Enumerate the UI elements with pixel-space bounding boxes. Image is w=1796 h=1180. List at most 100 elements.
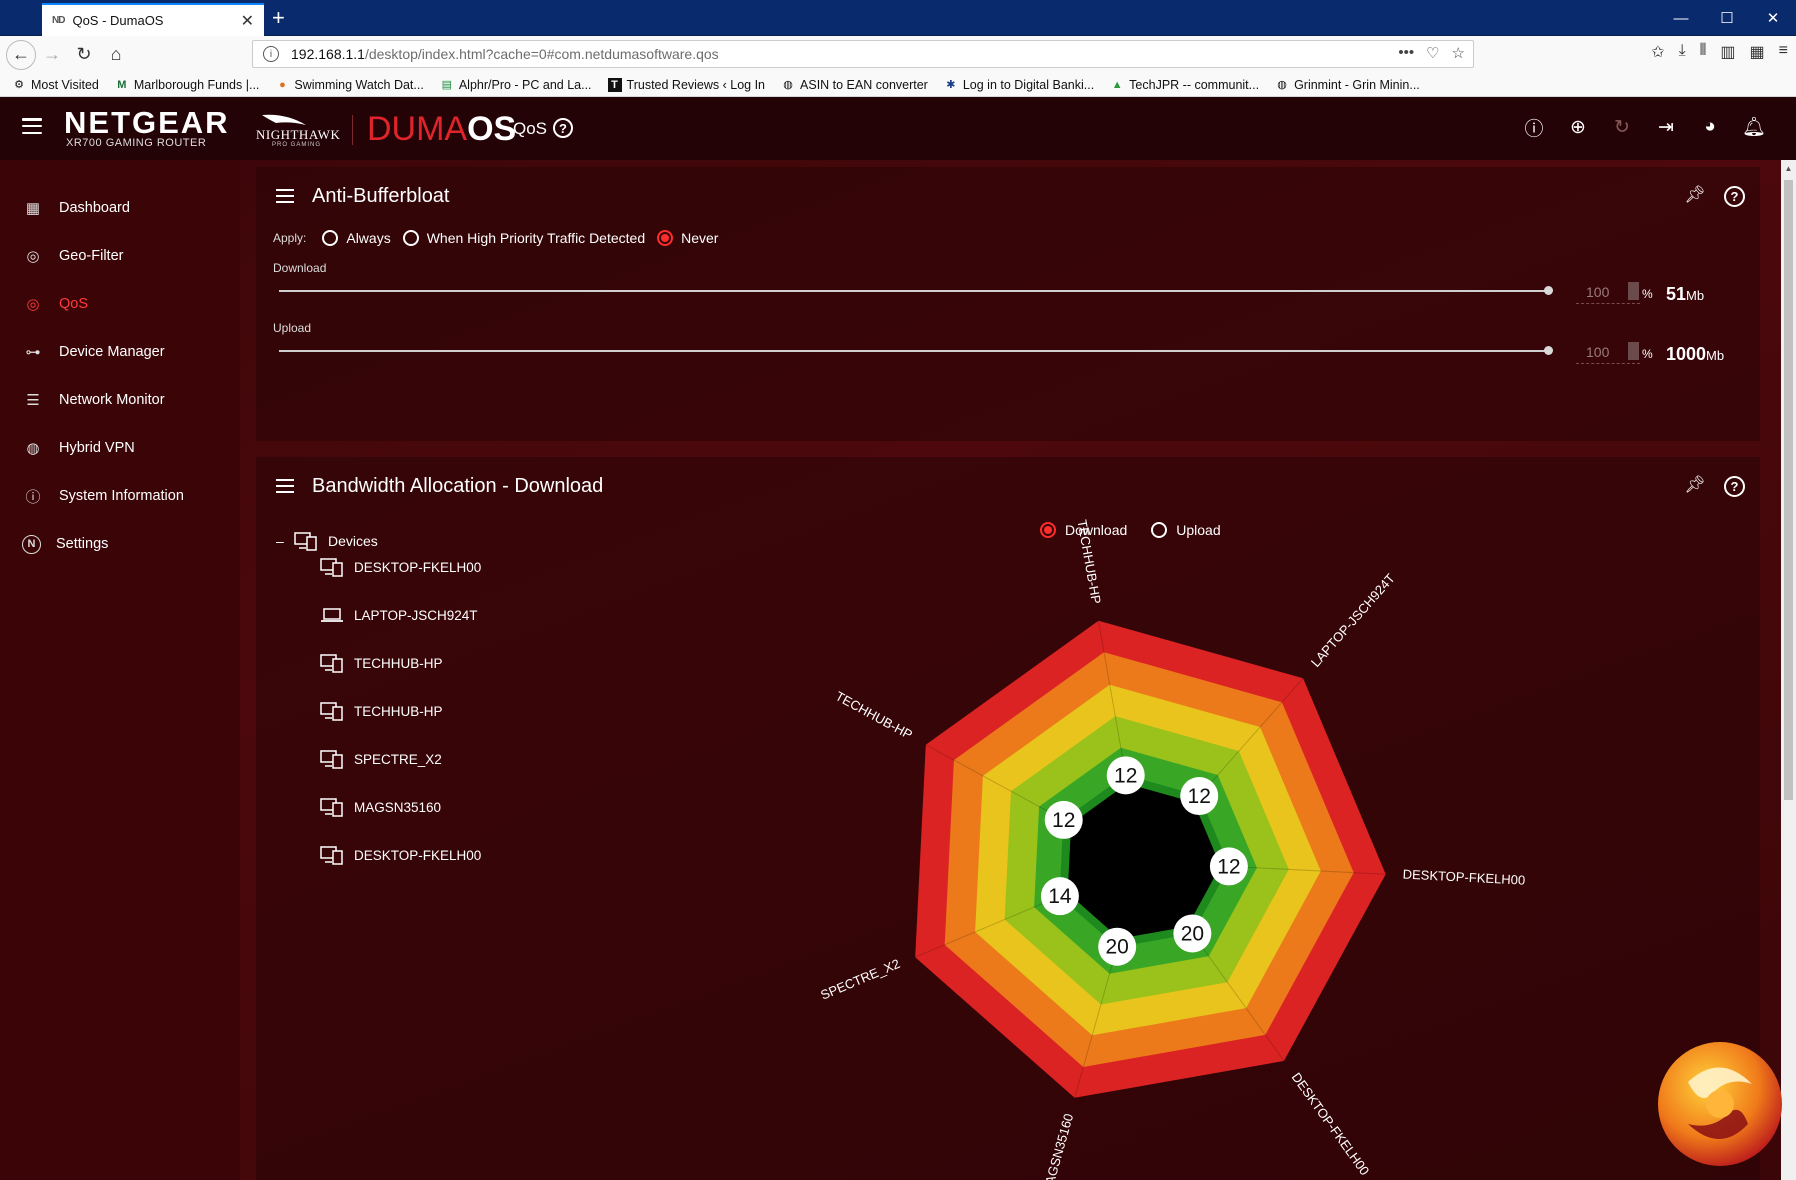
url-bar[interactable]: i 192.168.1.1/desktop/index.html?cache=0…	[252, 40, 1474, 68]
bookmark-item[interactable]: ◍ ASIN to EAN converter	[781, 78, 928, 92]
url-path: /desktop/index.html?cache=0#com.netdumas…	[364, 46, 719, 62]
bookmark-item[interactable]: ✱ Log in to Digital Banki...	[944, 78, 1094, 92]
download-bandwidth-value: 51Mb	[1666, 284, 1705, 304]
info-icon: ⓘ	[25, 488, 41, 506]
radar-value-label: 20	[1105, 936, 1128, 959]
download-percent-input[interactable]: 100	[1576, 280, 1640, 304]
bookmark-item[interactable]: ● Swimming Watch Dat...	[275, 78, 424, 92]
extension-icon[interactable]: ▦	[1750, 42, 1765, 62]
url-host: 192.168.1.1	[291, 46, 365, 62]
upload-percent-input[interactable]: 100	[1576, 340, 1640, 364]
download-percent-sign: %	[1642, 287, 1653, 301]
radar-value-label: 12	[1217, 855, 1240, 878]
pin-icon[interactable]: 📌︎	[1684, 185, 1706, 205]
downloads-icon[interactable]: ⤓	[1679, 42, 1686, 62]
bookmark-item[interactable]: ▤ Alphr/Pro - PC and La...	[440, 78, 592, 92]
scroll-up-icon[interactable]: ▲	[1781, 160, 1796, 176]
menu-icon[interactable]: ≡	[1779, 42, 1788, 62]
radar-spoke-label: DESKTOP-FKELH00	[1289, 1070, 1373, 1178]
page-actions-icon[interactable]: •••	[1398, 44, 1414, 62]
page-title: QoS	[513, 119, 548, 138]
bandwidth-radar-chart[interactable]: 12 12 12 20 20 14 12 TECHHUB-HP LAPTOP-JSCH924T D…	[256, 457, 1760, 1180]
radar-spoke-label: SPECTRE_X2	[818, 956, 902, 1003]
pocket-icon[interactable]: ♡	[1426, 44, 1439, 62]
sidebar-item-device-manager[interactable]: ⊶ Device Manager	[0, 332, 240, 372]
notifications-bell-icon[interactable]: 🔔︎	[1742, 115, 1766, 139]
radar-spoke-label: LAPTOP-JSCH924T	[1308, 571, 1398, 670]
panel-help-icon[interactable]: ?	[1724, 186, 1745, 207]
apply-label: Apply:	[273, 231, 307, 245]
anti-bufferbloat-panel: Anti-Bufferbloat 📌︎ ? Apply: Always When…	[256, 167, 1760, 441]
info-icon[interactable]: ⓘ	[1522, 115, 1546, 140]
upload-slider-handle[interactable]	[1544, 346, 1553, 355]
sidebar-toggle-icon[interactable]: ▥	[1720, 42, 1735, 62]
close-window-icon[interactable]: ✕	[1750, 0, 1796, 36]
sidebar-item-network-monitor[interactable]: ☰ Network Monitor	[0, 380, 240, 420]
watermark-logo	[1658, 1042, 1782, 1166]
upload-percent-sign: %	[1642, 347, 1653, 361]
close-tab-icon[interactable]: ✕	[241, 11, 254, 31]
geo-filter-icon: ◎	[26, 248, 40, 265]
bookmark-star-icon[interactable]: ☆	[1452, 44, 1465, 62]
maximize-icon[interactable]: ☐	[1704, 0, 1750, 36]
apply-option-high-priority[interactable]: When High Priority Traffic Detected	[402, 230, 645, 246]
bookmarks-menu-icon[interactable]: ✩	[1651, 42, 1664, 62]
sidebar-item-hybrid-vpn[interactable]: ◍ Hybrid VPN	[0, 428, 240, 468]
download-label: Download	[273, 261, 327, 275]
scroll-thumb[interactable]	[1784, 180, 1793, 800]
new-tab-icon[interactable]: +	[272, 4, 285, 32]
stepper-icon[interactable]	[1628, 342, 1639, 360]
forward-icon[interactable]: →	[36, 39, 68, 71]
tab-favicon: ND	[52, 15, 65, 26]
browser-navbar: ← → ↻ ⌂ i 192.168.1.1/desktop/index.html…	[0, 36, 1796, 73]
language-globe-icon[interactable]: ⊕	[1566, 115, 1590, 139]
radio-icon	[402, 230, 419, 246]
radar-value-label: 12	[1114, 764, 1137, 787]
sidebar-item-qos[interactable]: ◎ QoS	[0, 284, 240, 324]
page-scrollbar[interactable]: ▲	[1781, 160, 1796, 1180]
reload-icon[interactable]: ↻	[68, 39, 100, 71]
theme-palette-icon[interactable]: ◕	[1698, 115, 1722, 139]
stepper-icon[interactable]	[1628, 282, 1639, 300]
upload-slider[interactable]	[279, 350, 1549, 352]
sidebar-item-settings[interactable]: N Settings	[0, 524, 240, 564]
help-icon[interactable]: ?	[553, 118, 573, 138]
panel-menu-icon[interactable]	[276, 189, 294, 203]
library-icon[interactable]: ⫴	[1700, 42, 1707, 62]
apply-option-never[interactable]: Never	[657, 230, 718, 246]
bookmark-item[interactable]: ⚙ Most Visited	[12, 78, 99, 92]
logout-icon[interactable]: ⇥	[1654, 115, 1678, 139]
sidebar: ▦ Dashboard ◎ Geo-Filter ◎ QoS ⊶ Device Mana…	[0, 160, 240, 1180]
sidebar-item-system-information[interactable]: ⓘ System Information	[0, 476, 240, 516]
app-header: NETGEAR XR700 GAMING ROUTER NIGHTHAWK PR…	[0, 97, 1796, 160]
bookmark-item[interactable]: ◍ Grinmint - Grin Minin...	[1275, 78, 1420, 92]
nighthawk-text: NIGHTHAWK	[256, 127, 341, 142]
globe-icon: ◍	[783, 79, 793, 91]
bookmark-item[interactable]: M Marlborough Funds |...	[115, 78, 259, 92]
pin-icon: ●	[279, 78, 286, 91]
qos-icon: ◎	[26, 296, 40, 313]
upload-label: Upload	[273, 321, 312, 335]
home-icon[interactable]: ⌂	[100, 39, 132, 71]
sidebar-item-geo-filter[interactable]: ◎ Geo-Filter	[0, 236, 240, 276]
sidebar-item-dashboard[interactable]: ▦ Dashboard	[0, 188, 240, 228]
radar-spoke-label: MAGSN35160	[1039, 1112, 1076, 1180]
header-divider	[352, 115, 353, 145]
apply-option-always[interactable]: Always	[322, 230, 391, 246]
download-slider[interactable]	[279, 290, 1549, 292]
download-slider-handle[interactable]	[1544, 286, 1553, 295]
refresh-icon[interactable]: ↻	[1610, 115, 1634, 139]
dumaos-logo: DUMAOS	[367, 110, 517, 148]
main-menu-icon[interactable]	[22, 118, 42, 134]
radio-selected-icon	[657, 230, 674, 246]
minimize-icon[interactable]: —	[1658, 0, 1704, 36]
bookmark-item[interactable]: ▲ TechJPR -- communit...	[1110, 78, 1259, 92]
panel-title: Anti-Bufferbloat	[312, 185, 450, 207]
site-info-icon[interactable]: i	[263, 46, 279, 62]
vpn-icon: ◍	[26, 440, 40, 457]
browser-tab[interactable]: ND QoS - DumaOS ✕	[42, 3, 264, 36]
radar-spoke-label: TECHHUB-HP	[833, 688, 915, 742]
bookmark-item[interactable]: T Trusted Reviews ‹ Log In	[607, 77, 765, 92]
back-icon[interactable]: ←	[6, 39, 36, 70]
settings-icon: N	[22, 534, 41, 554]
